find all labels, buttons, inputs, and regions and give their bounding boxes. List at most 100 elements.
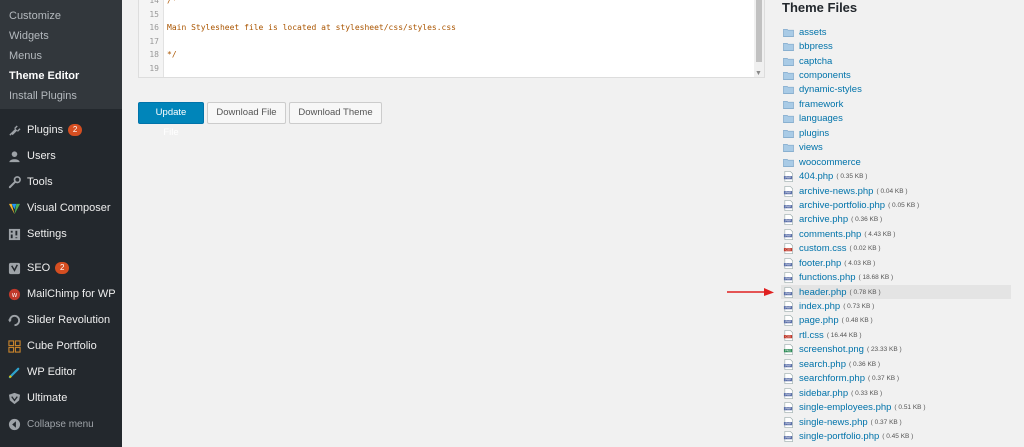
update-file-button[interactable]: Update File [138,102,204,138]
code-text: Main Stylesheet file is located at style… [167,23,456,32]
scroll-down-arrow-icon[interactable]: ▼ [755,70,762,77]
file-size: ( 23.33 KB ) [866,346,902,354]
file-item[interactable]: PHP archive.php( 0.36 KB ) [781,213,1011,227]
file-size: ( 4.43 KB ) [864,230,896,238]
svg-text:PHP: PHP [785,421,791,425]
collapse-menu-label: Collapse menu [27,418,94,430]
file-size: ( 0.05 KB ) [888,201,920,209]
file-size: ( 0.48 KB ) [841,317,873,325]
file-item[interactable]: PHP archive-news.php( 0.04 KB ) [781,184,1011,198]
folder-name: views [799,142,823,154]
file-item[interactable]: PHP single-employees.php( 0.51 KB ) [781,400,1011,414]
sidebar-item-seo[interactable]: SEO 2 [0,255,122,281]
svg-text:PHP: PHP [785,320,791,324]
line-number-text: 19 [149,63,159,73]
file-name: single-news.php [799,416,868,428]
file-item[interactable]: PHP 404.php( 0.35 KB ) [781,169,1011,183]
svg-text:PHP: PHP [785,378,791,382]
submenu-item-widgets[interactable]: Widgets [0,26,122,46]
red-arrow-annotation [727,288,774,296]
admin-menu: Plugins 2 Users Tools Visual Composer Setting… [0,109,122,437]
folder-item[interactable]: views [781,141,1011,155]
file-size: ( 0.04 KB ) [876,187,908,195]
file-item[interactable]: PHP functions.php( 18.68 KB ) [781,270,1011,284]
sidebar-item-cube-portfolio[interactable]: Cube Portfolio [0,333,122,359]
svg-text:PHP: PHP [785,436,791,440]
submenu-item-customize[interactable]: Customize [0,6,122,26]
sidebar-item-visual-composer[interactable]: Visual Composer [0,195,122,221]
file-item[interactable]: PHP sidebar.php( 0.33 KB ) [781,386,1011,400]
file-item[interactable]: PHP archive-portfolio.php( 0.05 KB ) [781,198,1011,212]
file-size: ( 4.03 KB ) [844,259,876,267]
sidebar-item-settings[interactable]: Settings [0,221,122,247]
submenu-item-menus[interactable]: Menus [0,46,122,66]
submenu-item-install-plugins[interactable]: Install Plugins [0,86,122,106]
code-editor[interactable]: 14 15 16 17 18 19 /* Main Stylesheet file is l… [138,0,765,78]
file-item[interactable]: PHP header.php( 0.78 KB ) [781,284,1011,300]
file-name: 404.php [799,171,834,183]
folder-icon [783,27,794,38]
file-item[interactable]: PHP searchform.php( 0.37 KB ) [781,372,1011,386]
theme-files-heading: Theme Files [782,0,858,15]
file-item[interactable]: PHP page.php( 0.48 KB ) [781,314,1011,328]
file-item[interactable]: PNG screenshot.png( 23.33 KB ) [781,343,1011,357]
svg-text:PHP: PHP [785,363,791,367]
file-size: ( 0.51 KB ) [894,404,926,412]
folder-item[interactable]: components [781,68,1011,82]
file-item[interactable]: PHP single-news.php( 0.37 KB ) [781,415,1011,429]
file-size: ( 0.45 KB ) [882,432,914,440]
file-item[interactable]: CSS rtl.css( 16.44 KB ) [781,328,1011,342]
download-theme-button[interactable]: Download Theme [289,102,382,124]
folder-item[interactable]: framework [781,97,1011,111]
file-item[interactable]: PHP footer.php( 4.03 KB ) [781,256,1011,270]
file-item[interactable]: PHP search.php( 0.36 KB ) [781,357,1011,371]
wp-editor-icon [7,365,21,379]
settings-icon [7,227,21,241]
admin-sidebar: Customize Widgets Menus Theme Editor Install… [0,0,122,447]
folder-icon [783,99,794,110]
collapse-menu-button[interactable]: Collapse menu [0,411,122,437]
sidebar-item-label: MailChimp for WP [27,288,116,300]
folder-item[interactable]: plugins [781,126,1011,140]
file-size: ( 0.73 KB ) [843,303,875,311]
theme-file-list: assets bbpress captcha components dynamic-st… [781,25,1011,444]
svg-text:PHP: PHP [785,205,791,209]
file-item[interactable]: PHP index.php( 0.73 KB ) [781,299,1011,313]
sidebar-item-ultimate[interactable]: Ultimate [0,385,122,411]
folder-item[interactable]: captcha [781,54,1011,68]
sidebar-item-wp-editor[interactable]: WP Editor [0,359,122,385]
file-item[interactable]: CSS custom.css( 0.02 KB ) [781,242,1011,256]
users-icon [7,149,21,163]
menu-separator [0,247,122,255]
sidebar-item-label: Slider Revolution [27,314,111,326]
download-file-button[interactable]: Download File [207,102,286,124]
folder-icon [783,84,794,95]
svg-text:PHP: PHP [785,407,791,411]
folder-item[interactable]: languages [781,112,1011,126]
line-number-text: 18 [149,50,159,59]
file-size: ( 16.44 KB ) [826,331,862,339]
sidebar-item-tools[interactable]: Tools [0,169,122,195]
submenu-item-theme-editor[interactable]: Theme Editor [0,66,122,86]
folder-item[interactable]: dynamic-styles [781,83,1011,97]
php-file-icon: PHP [783,228,794,240]
update-count-badge: 2 [55,262,70,274]
folder-item[interactable]: assets [781,25,1011,39]
file-size: ( 0.36 KB ) [849,360,881,368]
folder-item[interactable]: bbpress [781,39,1011,53]
svg-text:CSS: CSS [785,335,791,339]
svg-text:W: W [11,292,17,298]
php-file-icon: PHP [783,214,794,226]
file-name: footer.php [799,257,842,269]
folder-item[interactable]: woocommerce [781,155,1011,169]
sidebar-item-slider-revolution[interactable]: Slider Revolution [0,307,122,333]
sidebar-item-users[interactable]: Users [0,143,122,169]
folder-name: components [799,70,851,82]
sidebar-item-plugins[interactable]: Plugins 2 [0,117,122,143]
sidebar-item-mailchimp-for-wp[interactable]: W MailChimp for WP [0,281,122,307]
file-item[interactable]: PHP single-portfolio.php( 0.45 KB ) [781,429,1011,443]
editor-scrollbar[interactable]: ▼ [754,0,764,77]
scrollbar-thumb[interactable] [756,0,762,62]
file-item[interactable]: PHP comments.php( 4.43 KB ) [781,227,1011,241]
line-number: 18 [139,50,161,64]
